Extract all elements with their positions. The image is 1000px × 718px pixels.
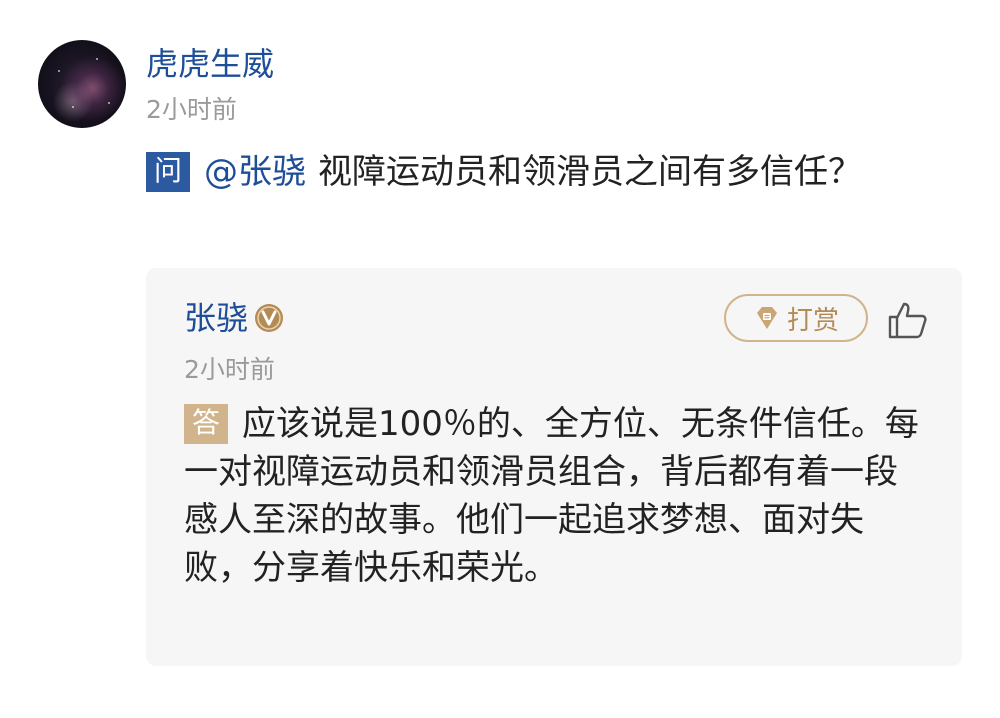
mention-link[interactable]: @张骁	[204, 152, 306, 192]
answer-text: 应该说是100％的、全方位、无条件信任。每一对视障运动员和领滑员组合，背后都有着…	[184, 404, 919, 588]
verified-icon	[255, 304, 284, 332]
answer-content: 答应该说是100％的、全方位、无条件信任。每一对视障运动员和领滑员组合，背后都有…	[184, 400, 924, 592]
answer-author: 张骁	[184, 298, 284, 338]
avatar-star	[96, 58, 98, 60]
question-badge: 问	[146, 152, 190, 192]
tip-button[interactable]: 打赏	[724, 294, 868, 342]
avatar-star	[58, 70, 60, 72]
question: 问 @张骁 视障运动员和领滑员之间有多信任？	[146, 148, 906, 196]
answer-author-name[interactable]: 张骁	[184, 298, 248, 338]
avatar-star	[72, 106, 74, 108]
avatar[interactable]	[38, 40, 126, 128]
question-text: 视障运动员和领滑员之间有多信任？	[318, 152, 862, 192]
avatar-star	[108, 102, 110, 104]
gem-icon	[756, 307, 777, 329]
post-timestamp: 2小时前	[146, 95, 237, 124]
answer-badge: 答	[184, 404, 228, 444]
answer-card: 张骁 2小时前 打赏 答应该说是100％的、全方位、无条件信任。每一对视障运动员…	[146, 268, 962, 666]
post-author-name[interactable]: 虎虎生威	[146, 44, 274, 84]
tip-label: 打赏	[786, 305, 839, 336]
answer-timestamp: 2小时前	[184, 355, 275, 384]
thumbs-up-icon[interactable]	[886, 300, 930, 340]
qa-post: 虎虎生威 2小时前 问 @张骁 视障运动员和领滑员之间有多信任？ 张骁 2小时前 打…	[0, 0, 1000, 718]
